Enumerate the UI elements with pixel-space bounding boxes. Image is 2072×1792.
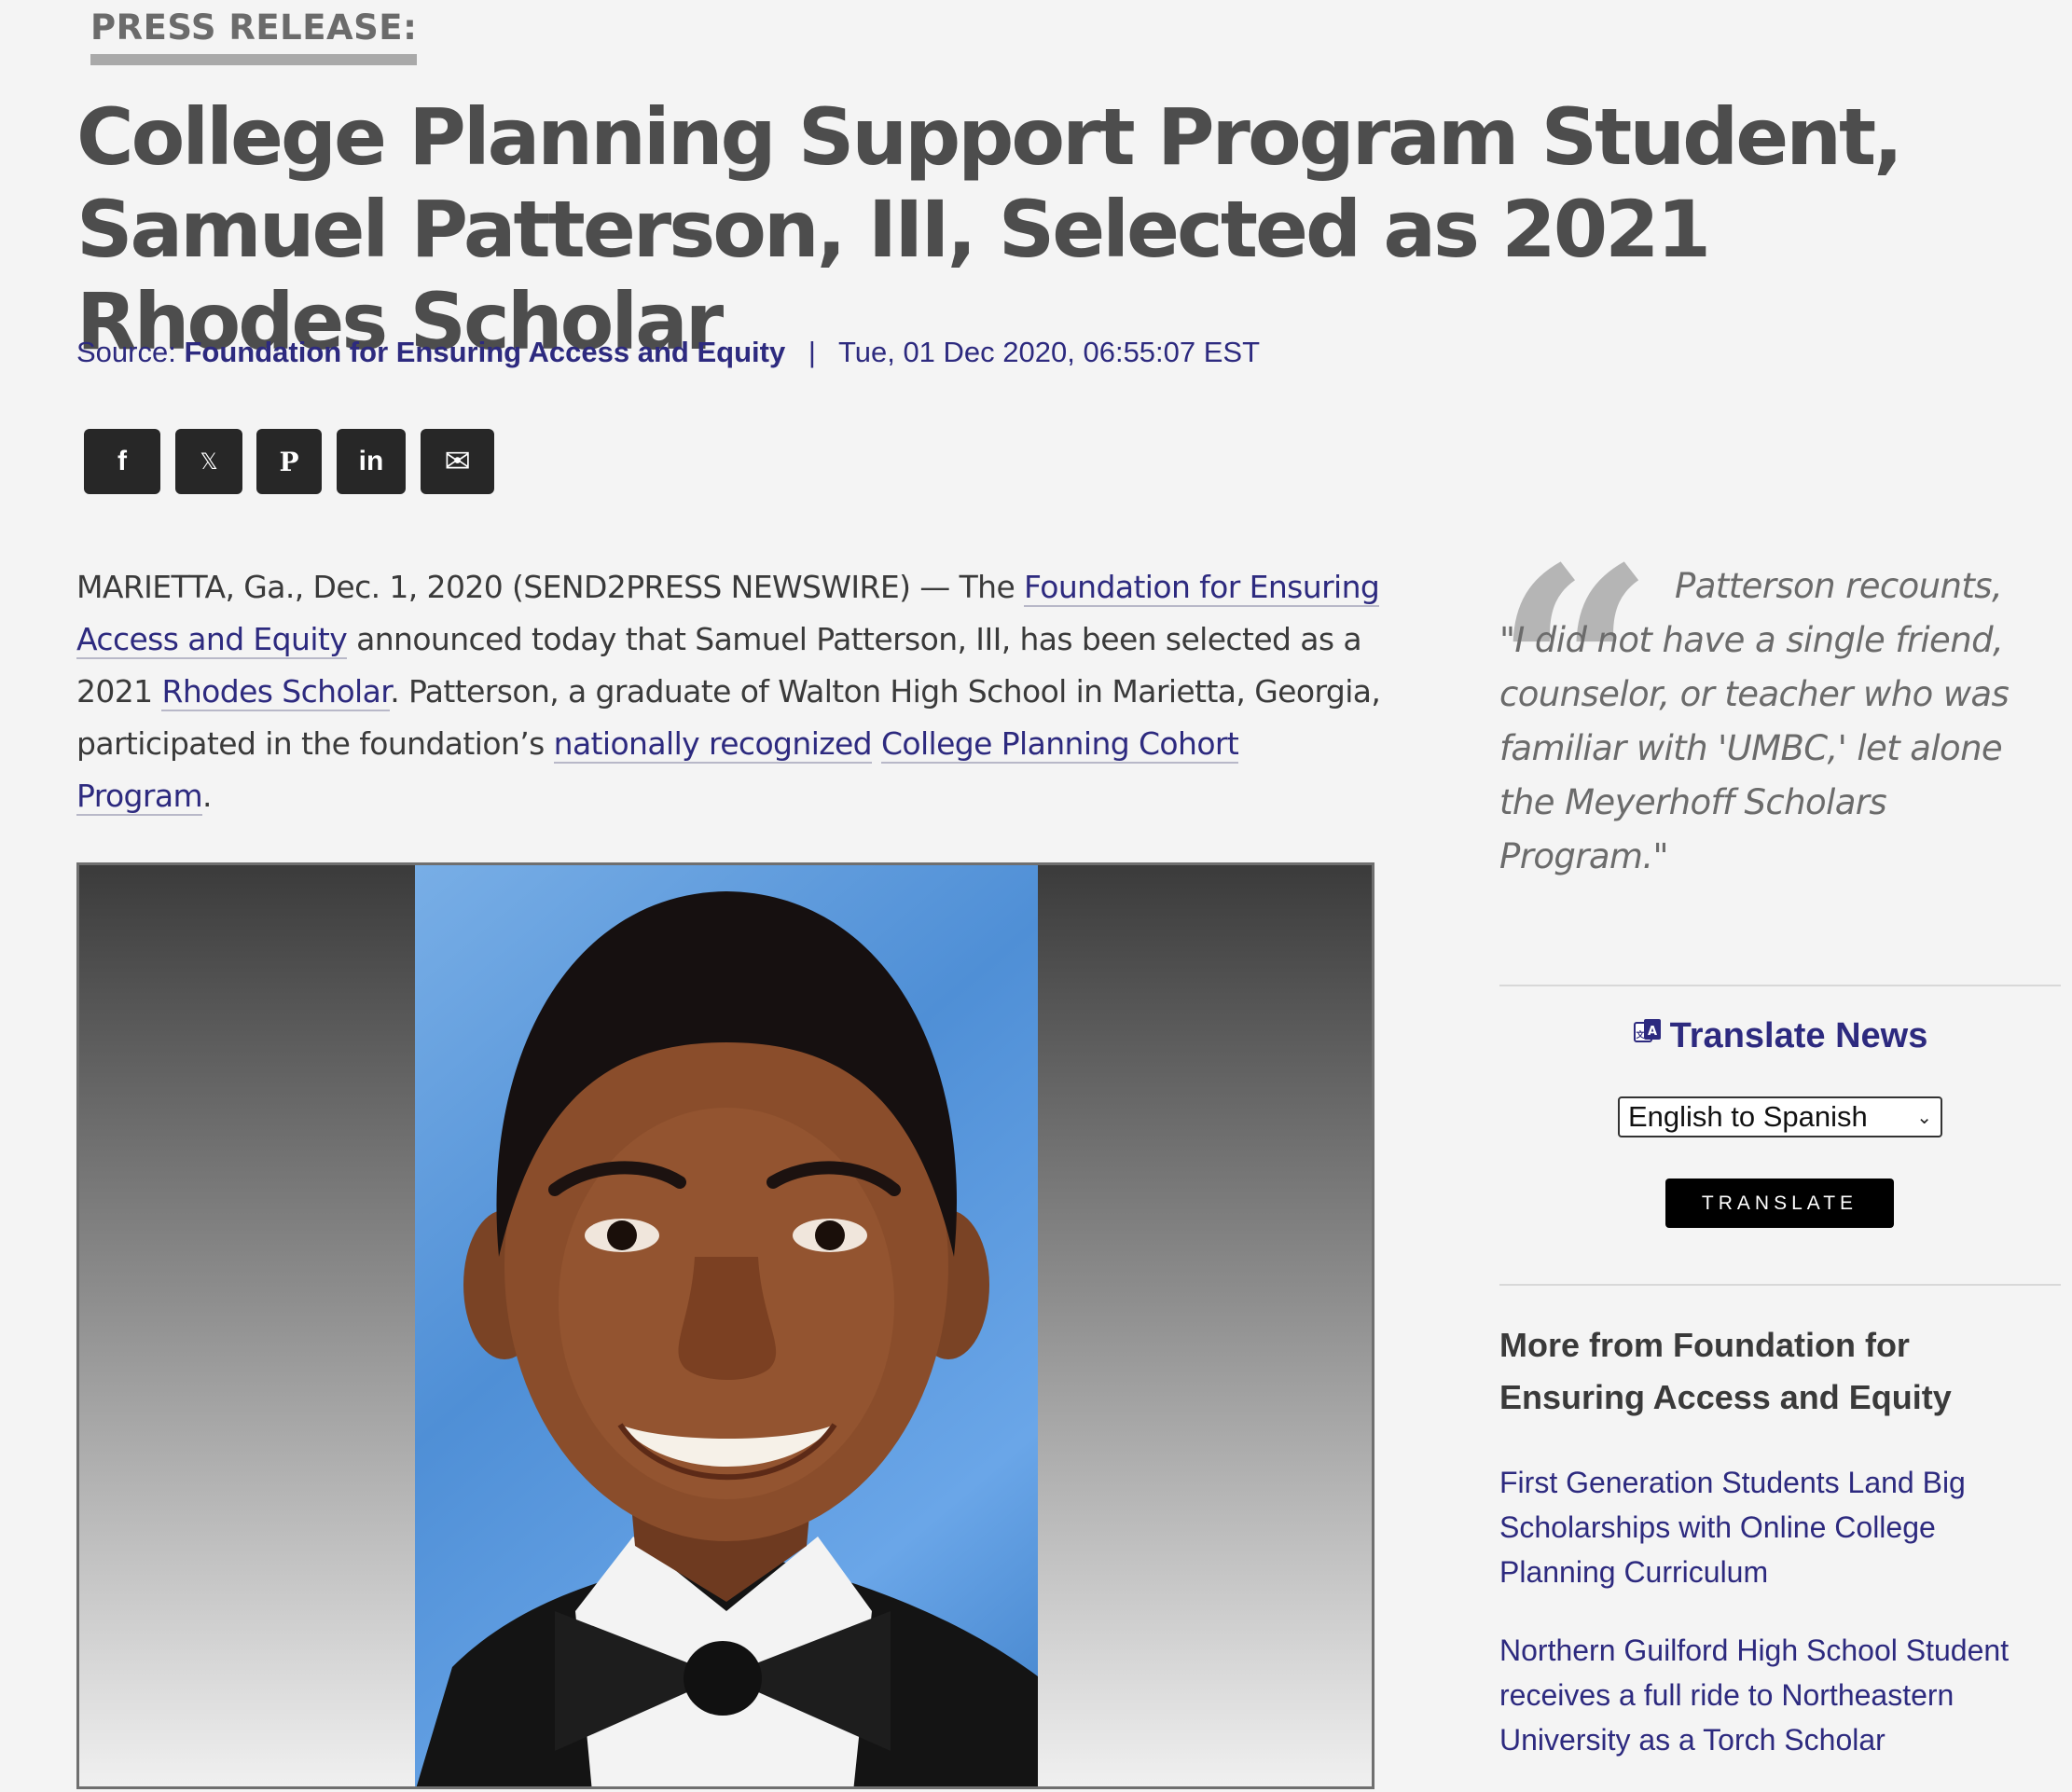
translate-title-text: Translate News (1669, 1016, 1928, 1055)
nationally-recognized-link[interactable]: nationally recognized (553, 725, 873, 764)
chevron-down-icon: ⌄ (1916, 1107, 1932, 1128)
sidebar-divider (1499, 985, 2061, 986)
share-linkedin-button[interactable]: in (337, 429, 406, 494)
svg-text:文: 文 (1635, 1029, 1645, 1041)
share-facebook-button[interactable]: f (84, 429, 160, 494)
byline: Source: Foundation for Ensuring Access a… (76, 336, 1260, 369)
source-link[interactable]: Foundation for Ensuring Access and Equit… (184, 336, 785, 368)
related-article-link[interactable]: First Generation Students Land Big Schol… (1499, 1460, 2050, 1594)
article-photo (76, 862, 1374, 1789)
source-label: Source: (76, 336, 176, 368)
share-email-button[interactable]: ✉ (421, 429, 494, 494)
page-title: College Planning Support Program Student… (76, 91, 1903, 367)
linkedin-icon: in (358, 446, 384, 476)
svg-text:A: A (1648, 1025, 1657, 1039)
share-x-button[interactable]: 𝕏 (175, 429, 242, 494)
facebook-icon: f (117, 446, 127, 476)
byline-separator: | (808, 336, 816, 368)
envelope-icon: ✉ (444, 444, 471, 479)
pull-quote: Patterson recounts, "I did not have a si… (1499, 566, 2010, 876)
x-icon: 𝕏 (200, 448, 218, 475)
more-from-heading: More from Foundation for Ensuring Access… (1499, 1326, 1952, 1416)
sidebar-divider (1499, 1284, 2061, 1286)
language-select[interactable]: English to Spanish ⌄ (1618, 1096, 1942, 1137)
language-select-value: English to Spanish (1628, 1100, 1868, 1133)
student-portrait (415, 865, 1038, 1786)
pinterest-icon: P (279, 446, 299, 477)
rhodes-scholar-link[interactable]: Rhodes Scholar (161, 673, 391, 711)
lede-paragraph: MARIETTA, Ga., Dec. 1, 2020 (SEND2PRESS … (76, 569, 1381, 816)
press-release-kicker: PRESS RELEASE: (90, 4, 418, 65)
translate-widget-title: A 文 Translate News (1499, 1016, 2061, 1056)
publish-datetime: Tue, 01 Dec 2020, 06:55:07 EST (837, 336, 1261, 368)
translate-button[interactable]: TRANSLATE (1665, 1179, 1894, 1228)
share-pinterest-button[interactable]: P (256, 429, 322, 494)
related-article-link[interactable]: Northern Guilford High School Student re… (1499, 1628, 2050, 1762)
translate-icon: A 文 (1633, 1017, 1663, 1049)
portrait-illustration (416, 891, 1038, 1786)
